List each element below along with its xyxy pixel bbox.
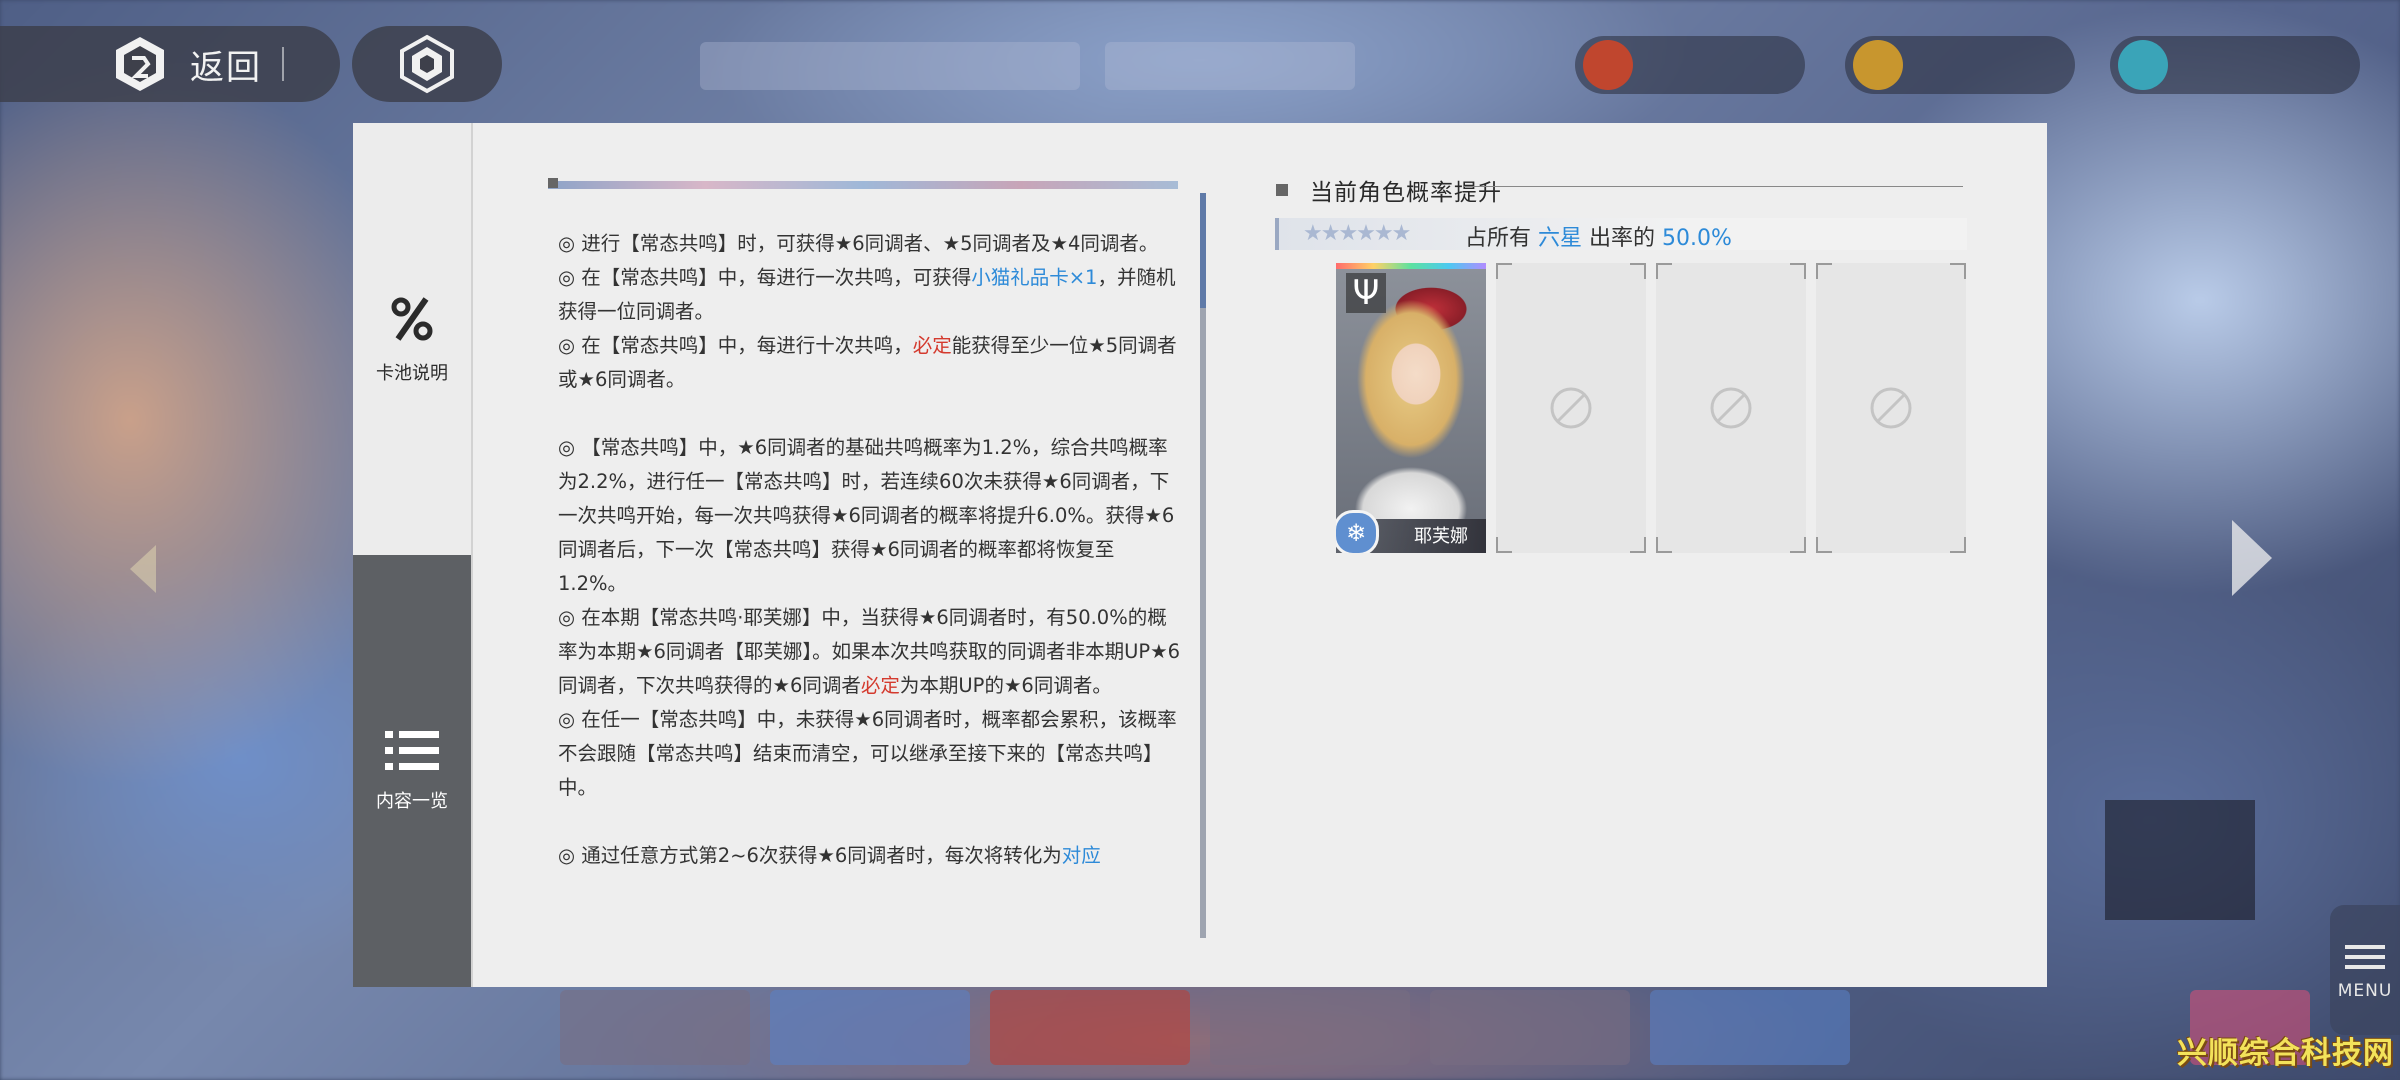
empty-character-slot: [1496, 263, 1646, 553]
rarity-label: 六星: [1538, 226, 1583, 251]
rule-text-segment: ◎ 进行【常态共鸣】时，可获得★6同调者、★5同调者及★4同调者。: [558, 232, 1159, 255]
blurred-banner-tile: [1650, 990, 1850, 1065]
rule-paragraph: ◎ 在任一【常态共鸣】中，未获得★6同调者时，概率都会累积，该概率不会跟随【常态…: [558, 703, 1183, 805]
menu-button[interactable]: MENU: [2330, 905, 2400, 1035]
section-marker: [1276, 184, 1288, 196]
currency-icon: [2118, 40, 2168, 90]
rule-text-segment: ◎ 在【常态共鸣】中，每进行一次共鸣，可获得: [558, 266, 972, 289]
character-name: 耶芙娜: [1414, 526, 1468, 547]
rate-prefix: 占所有: [1465, 226, 1532, 251]
rate-value: 50.0%: [1662, 226, 1732, 251]
currency-icon: [1853, 40, 1903, 90]
home-button[interactable]: [352, 26, 502, 102]
chevron-left-icon[interactable]: [130, 545, 156, 593]
back-button[interactable]: 返回: [0, 26, 340, 102]
header-rule: [1463, 186, 1963, 187]
pool-info-panel: 卡池说明 内容一览 ◎ 进行【常态共鸣】时，可获得★6同调者、★5同调者及★4同…: [353, 123, 2047, 987]
unavailable-icon: [1550, 387, 1592, 429]
snowflake-icon: ❄: [1336, 510, 1379, 553]
chevron-right-icon[interactable]: [2232, 520, 2272, 596]
blurred-banner-tile: [770, 990, 970, 1065]
rule-text-segment: ◎ 在任一【常态共鸣】中，未获得★6同调者时，概率都会累积，该概率不会跟随【常态…: [558, 708, 1177, 799]
unavailable-icon: [1710, 387, 1752, 429]
back-logo-icon: [110, 34, 170, 94]
back-label: 返回: [190, 47, 262, 88]
featured-character-card[interactable]: Ψ 耶芙娜 ❄: [1336, 263, 1486, 553]
rule-paragraph: ◎ 【常态共鸣】中，★6同调者的基础共鸣概率为1.2%，综合共鸣概率为2.2%，…: [558, 431, 1183, 601]
rule-paragraph: ◎ 在本期【常态共鸣·耶芙娜】中，当获得★6同调者时，有50.0%的概率为本期★…: [558, 601, 1183, 703]
trident-icon: Ψ: [1346, 273, 1386, 313]
rate-description: 占所有 六星 出率的 50.0%: [1465, 220, 1732, 252]
rate-middle: 出率的: [1589, 226, 1656, 251]
rules-column: ◎ 进行【常态共鸣】时，可获得★6同调者、★5同调者及★4同调者。 ◎ 在【常态共…: [353, 123, 2047, 987]
watermark-text: 兴顺综合科技网: [2177, 1036, 2394, 1071]
empty-character-slot: [1816, 263, 1966, 553]
blurred-reward-badge: [2105, 800, 2255, 920]
home-logo-icon: [400, 34, 454, 94]
rule-paragraph: ◎ 在【常态共鸣】中，每进行一次共鸣，可获得小猫礼品卡×1，并随机获得一位同调者…: [558, 261, 1183, 329]
highlighted-term: 必定: [860, 674, 900, 697]
rule-text-segment: ◎ 通过任意方式第2~6次获得★6同调者时，每次将转化为: [558, 844, 1062, 867]
rule-paragraph: ◎ 通过任意方式第2~6次获得★6同调者时，每次将转化为对应: [558, 839, 1183, 873]
currency-pill[interactable]: [1845, 36, 2075, 94]
menu-label: MENU: [2337, 981, 2393, 1001]
currency-pill[interactable]: [2110, 36, 2360, 94]
rule-text-segment: ◎ 【常态共鸣】中，★6同调者的基础共鸣概率为1.2%，综合共鸣概率为2.2%，…: [558, 436, 1175, 595]
blurred-banner-tile: [1210, 990, 1410, 1065]
blurred-banner-tile: [1430, 990, 1630, 1065]
blurred-banner-chip: [700, 42, 1080, 90]
highlighted-term: 对应: [1061, 844, 1101, 867]
rate-up-title: 当前角色概率提升: [1310, 180, 1502, 206]
currency-pill[interactable]: [1575, 36, 1805, 94]
six-star-rating: ★★★★★★: [1303, 221, 1411, 246]
empty-character-slot: [1656, 263, 1806, 553]
unavailable-icon: [1870, 387, 1912, 429]
rule-paragraph: ◎ 在【常态共鸣】中，每进行十次共鸣，必定能获得至少一位★5同调者或★6同调者。: [558, 329, 1183, 397]
rule-text-segment: ◎ 在【常态共鸣】中，每进行十次共鸣，: [558, 334, 913, 357]
rate-bar: ★★★★★★ 占所有 六星 出率的 50.0%: [1275, 218, 1967, 252]
rarity-stripe: [1336, 263, 1486, 269]
rule-text-segment: 为本期UP的★6同调者。: [899, 674, 1112, 697]
rules-banner-strip: [548, 181, 1178, 189]
rules-scroll-thumb[interactable]: [1200, 193, 1206, 308]
blurred-banner-tile: [990, 990, 1190, 1065]
back-separator: [282, 47, 284, 81]
rule-paragraph: ◎ 进行【常态共鸣】时，可获得★6同调者、★5同调者及★4同调者。: [558, 227, 1183, 261]
rate-up-header: 当前角色概率提升: [1276, 173, 1502, 207]
menu-icon: [2345, 939, 2385, 975]
highlighted-term: 小猫礼品卡×1: [971, 266, 1098, 289]
blurred-banner-chip: [1105, 42, 1355, 90]
blurred-banner-tile: [560, 990, 750, 1065]
currency-icon: [1583, 40, 1633, 90]
rules-text[interactable]: ◎ 进行【常态共鸣】时，可获得★6同调者、★5同调者及★4同调者。 ◎ 在【常态共…: [558, 227, 1183, 873]
rules-frame-corner: [548, 178, 558, 188]
highlighted-term: 必定: [912, 334, 952, 357]
